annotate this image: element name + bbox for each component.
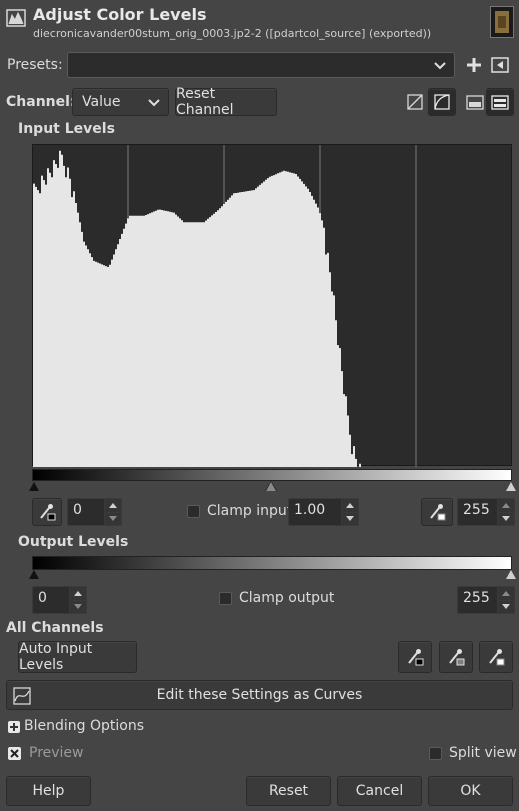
- clamp-input-checkbox[interactable]: [187, 505, 200, 518]
- output-gradient-bar: [32, 556, 512, 570]
- white-point-picker-button[interactable]: [421, 498, 453, 526]
- expand-icon[interactable]: [8, 721, 20, 733]
- black-picker-icon: [408, 649, 424, 666]
- histogram-plot: [33, 145, 417, 467]
- output-low-value: 0: [38, 590, 47, 606]
- histogram-view-alt-icon: [491, 94, 509, 110]
- chevron-down-icon: [148, 99, 160, 107]
- channel-value: Value: [82, 94, 121, 110]
- blending-options-label[interactable]: Blending Options: [24, 718, 144, 734]
- input-gradient-bar: [32, 469, 512, 481]
- output-levels-heading: Output Levels: [18, 534, 129, 550]
- clamp-output-label: Clamp output: [239, 590, 335, 606]
- preview-checkbox[interactable]: [8, 747, 21, 760]
- save-to-preset-icon[interactable]: [491, 57, 509, 73]
- levels-icon: [6, 8, 26, 28]
- all-white-picker-button[interactable]: [479, 641, 513, 673]
- cancel-button[interactable]: Cancel: [337, 776, 422, 806]
- dialog-title: Adjust Color Levels: [33, 5, 207, 24]
- split-view-label: Split view: [449, 745, 517, 761]
- presets-label: Presets:: [7, 57, 63, 73]
- log-histogram-icon: [434, 94, 450, 110]
- image-thumbnail: [490, 6, 514, 38]
- output-low-spinner[interactable]: 0: [32, 586, 87, 614]
- all-gray-picker-button[interactable]: [439, 641, 473, 673]
- linear-histogram-icon[interactable]: [407, 94, 423, 110]
- edit-as-curves-label: Edit these Settings as Curves: [156, 687, 363, 703]
- all-black-picker-button[interactable]: [398, 641, 432, 673]
- auto-input-levels-button[interactable]: Auto Input Levels: [18, 641, 137, 673]
- log-histogram-button[interactable]: [428, 88, 456, 116]
- plus-icon[interactable]: [465, 56, 483, 74]
- input-low-value: 0: [73, 502, 82, 518]
- channel-label: Channel:: [6, 94, 76, 110]
- input-high-value: 255: [463, 502, 490, 518]
- chevron-down-icon: [434, 62, 446, 70]
- input-low-handle[interactable]: [29, 482, 39, 491]
- output-high-handle[interactable]: [506, 570, 516, 579]
- preview-label: Preview: [29, 745, 84, 761]
- histogram-view-alt-button[interactable]: [486, 88, 514, 116]
- histogram[interactable]: [32, 144, 512, 467]
- input-gamma-handle[interactable]: [266, 482, 276, 491]
- help-button[interactable]: Help: [6, 776, 91, 806]
- input-gamma-spinner[interactable]: 1.00: [288, 498, 359, 526]
- channel-combo[interactable]: Value: [72, 88, 169, 116]
- reset-channel-button[interactable]: Reset Channel: [175, 86, 277, 118]
- white-picker-icon: [430, 504, 446, 521]
- preview-check-icon: [10, 749, 19, 758]
- output-high-value: 255: [463, 590, 490, 606]
- clamp-input-label: Clamp input: [207, 503, 293, 519]
- input-low-spinner[interactable]: 0: [67, 498, 122, 526]
- curves-icon: [13, 687, 31, 705]
- input-high-spinner[interactable]: 255: [457, 498, 515, 526]
- output-low-handle[interactable]: [29, 570, 39, 579]
- output-high-spinner[interactable]: 255: [457, 586, 515, 614]
- input-high-handle[interactable]: [506, 482, 516, 491]
- white-picker-icon: [489, 649, 505, 666]
- presets-combo[interactable]: [67, 52, 455, 78]
- input-levels-heading: Input Levels: [18, 121, 115, 137]
- black-picker-icon: [40, 504, 56, 521]
- edit-as-curves-button[interactable]: Edit these Settings as Curves: [6, 680, 513, 710]
- input-gamma-value: 1.00: [294, 502, 326, 518]
- split-view-checkbox[interactable]: [429, 747, 442, 760]
- histogram-view-icon[interactable]: [466, 95, 484, 110]
- gray-picker-icon: [449, 649, 465, 666]
- reset-button[interactable]: Reset: [246, 776, 331, 806]
- all-channels-heading: All Channels: [6, 620, 104, 636]
- dialog-subtitle: diecronicavander00stum_orig_0003.jp2-2 (…: [33, 27, 432, 40]
- black-point-picker-button[interactable]: [32, 498, 62, 526]
- clamp-output-checkbox[interactable]: [219, 592, 232, 605]
- ok-button[interactable]: OK: [428, 776, 513, 806]
